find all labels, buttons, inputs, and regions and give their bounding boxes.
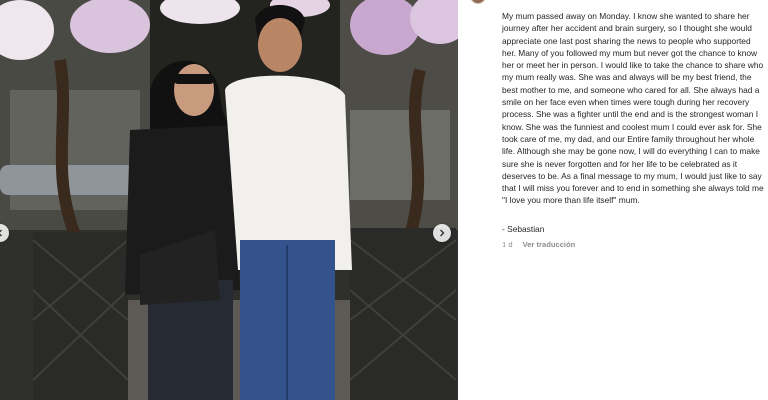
- photo-illustration: [0, 0, 458, 400]
- chevron-right-icon: [440, 229, 445, 237]
- post-photo[interactable]: [0, 0, 458, 400]
- see-translation-link[interactable]: Ver traducción: [523, 240, 576, 249]
- post-caption: My mum passed away on Monday. I know she…: [502, 11, 766, 206]
- next-photo-button[interactable]: [433, 224, 451, 242]
- post-time: 1 d: [502, 240, 513, 249]
- caption-signature: - Sebastian: [502, 224, 545, 234]
- comment-meta: 1 d Ver traducción: [502, 240, 575, 249]
- chevron-left-icon: [0, 229, 2, 237]
